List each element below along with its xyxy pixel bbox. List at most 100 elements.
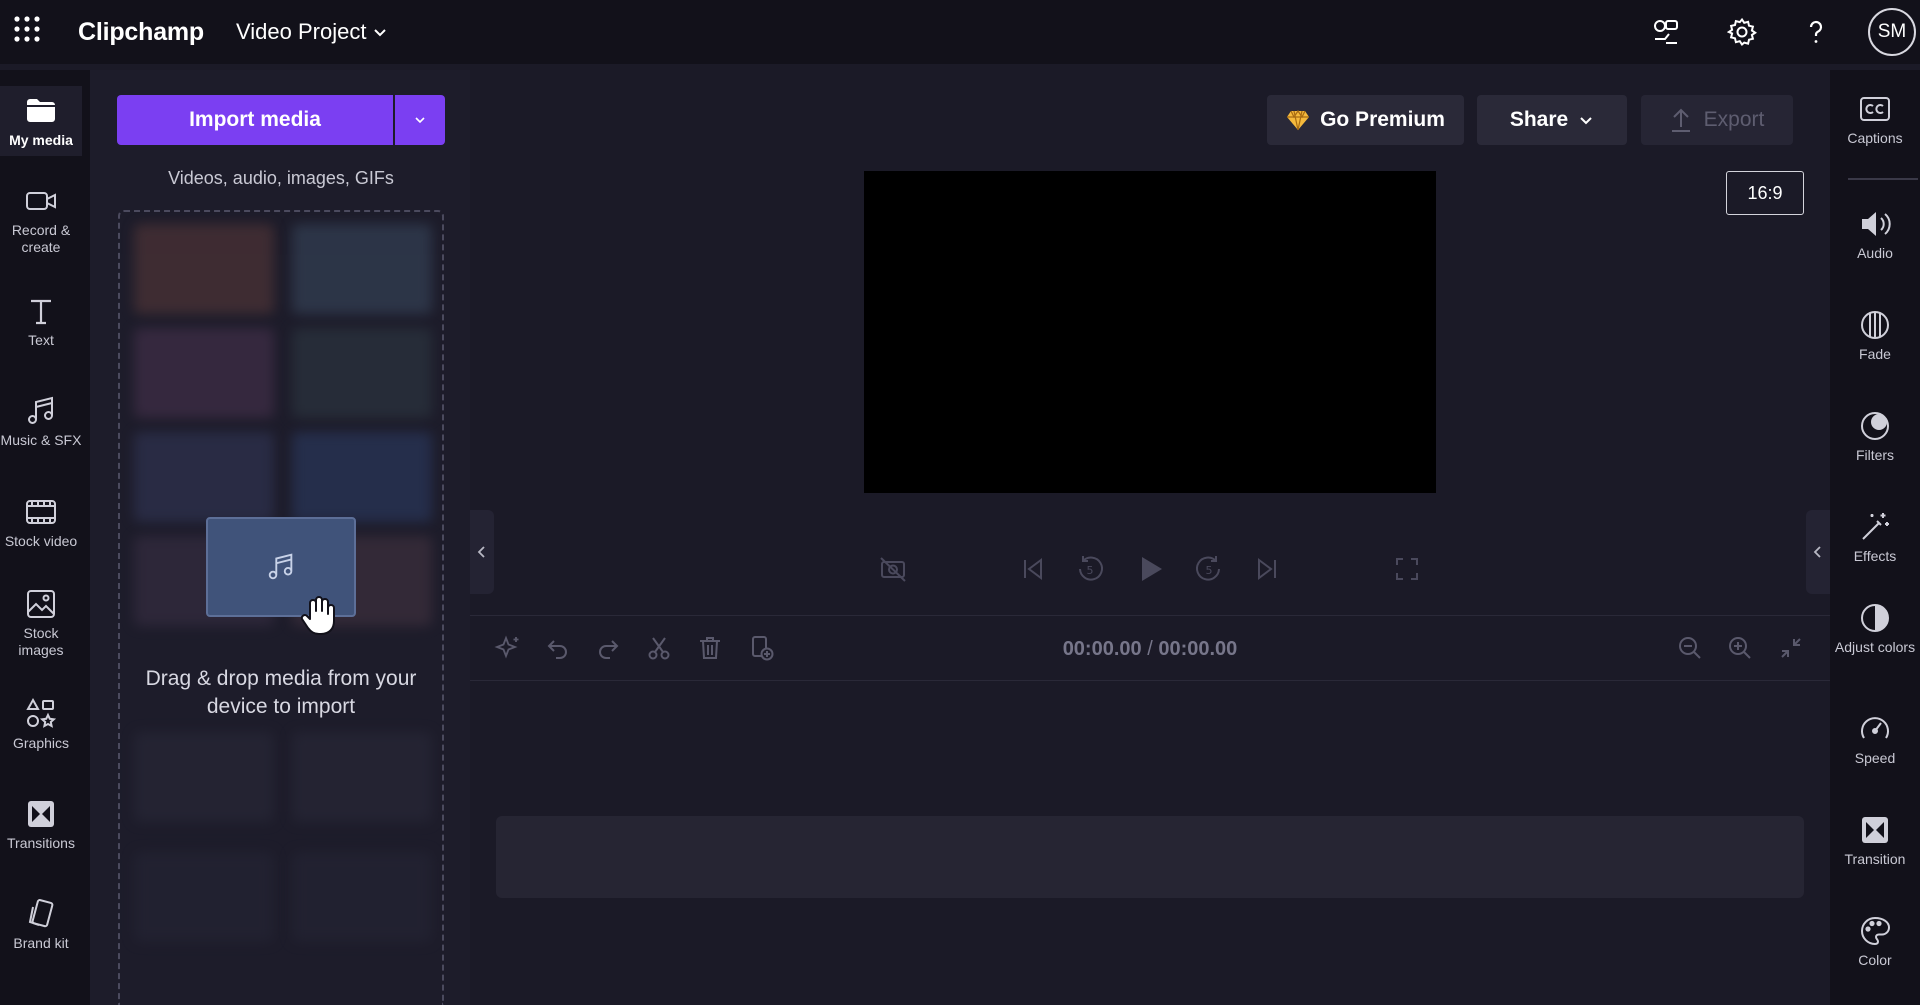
skip-to-start-icon[interactable] (1015, 551, 1051, 587)
transition-icon (1858, 813, 1892, 847)
folder-icon (24, 94, 58, 128)
nav-label: My media (9, 132, 73, 148)
import-media-button[interactable]: Import media (117, 95, 393, 145)
go-premium-button[interactable]: Go Premium (1267, 95, 1464, 145)
rail-divider (1848, 178, 1918, 180)
panel-label: Fade (1859, 346, 1891, 362)
panel-filters[interactable]: Filters (1830, 409, 1920, 464)
gear-icon[interactable] (1724, 14, 1760, 50)
nav-my-media[interactable]: My media (0, 86, 82, 156)
panel-fade[interactable]: Fade (1830, 308, 1920, 363)
rewind-5-icon[interactable]: 5 (1072, 551, 1108, 587)
aspect-ratio-button[interactable]: 16:9 (1726, 171, 1804, 215)
import-subtitle: Videos, audio, images, GIFs (168, 168, 394, 188)
avatar[interactable]: SM (1868, 8, 1916, 56)
nav-label: Stock images (18, 625, 64, 658)
help-icon[interactable] (1798, 14, 1834, 50)
project-title-dropdown[interactable]: Video Project (236, 19, 388, 45)
nav-stock-video[interactable]: Stock video (0, 495, 82, 550)
chevron-left-icon (1812, 545, 1824, 559)
add-to-timeline-icon[interactable] (745, 631, 779, 665)
video-preview-canvas[interactable] (864, 171, 1436, 493)
music-note-icon (24, 394, 58, 428)
app-logo: Clipchamp (78, 18, 204, 46)
chevron-left-icon (476, 545, 488, 559)
nav-label: Brand kit (13, 935, 69, 951)
panel-label: Color (1858, 952, 1892, 968)
timeline-track[interactable] (496, 816, 1804, 898)
total-time: 00:00.00 (1158, 638, 1238, 660)
drop-instructions: Drag & drop media from your device to im… (145, 667, 417, 718)
image-icon (24, 587, 58, 621)
nav-stock-images[interactable]: Stock images (0, 587, 82, 659)
chevron-down-icon (1578, 112, 1594, 128)
undo-icon[interactable] (541, 631, 575, 665)
speedometer-icon (1858, 712, 1892, 746)
panel-label: Speed (1854, 750, 1896, 766)
nav-label: Music & SFX (0, 432, 82, 448)
app-launcher-icon[interactable] (12, 14, 42, 44)
play-icon[interactable] (1132, 551, 1168, 587)
share-label: Share (1509, 108, 1569, 131)
zoom-in-icon[interactable] (1723, 631, 1757, 665)
fit-timeline-icon[interactable] (1774, 631, 1808, 665)
export-button[interactable]: Export (1641, 95, 1793, 145)
blurred-thumbnail (292, 432, 432, 522)
nav-label: Record & create (11, 222, 71, 255)
magic-sparkle-icon[interactable] (491, 631, 525, 665)
transition-icon (24, 797, 58, 831)
blurred-thumbnail (292, 732, 432, 822)
blurred-thumbnail (292, 224, 432, 314)
panel-captions[interactable]: Captions (1830, 92, 1920, 147)
time-separator: / (1147, 638, 1153, 660)
nav-graphics[interactable]: Graphics (0, 697, 82, 752)
fullscreen-icon[interactable] (1389, 551, 1425, 587)
nav-brand-kit[interactable]: Brand kit (0, 897, 82, 952)
nav-label: Text (28, 332, 54, 348)
export-label: Export (1703, 108, 1765, 131)
collapse-right-panel-button[interactable] (1806, 510, 1830, 594)
fade-icon (1858, 308, 1892, 342)
speaker-icon (1858, 207, 1892, 241)
skip-to-end-icon[interactable] (1249, 551, 1285, 587)
magic-wand-icon (1858, 510, 1892, 544)
share-feedback-icon[interactable] (1648, 14, 1684, 50)
import-options-dropdown[interactable] (395, 95, 445, 145)
panel-label: Captions (1847, 130, 1903, 146)
hand-cursor-icon (298, 595, 338, 637)
current-time: 00:00.00 (1062, 638, 1142, 660)
diamond-icon (1286, 109, 1310, 131)
project-title: Video Project (236, 19, 367, 44)
panel-transition[interactable]: Transition (1830, 813, 1920, 868)
collapse-left-panel-button[interactable] (470, 510, 494, 594)
shapes-icon (24, 697, 58, 731)
palette-icon (1858, 914, 1892, 948)
scissors-icon[interactable] (642, 631, 676, 665)
chevron-down-icon (372, 24, 388, 40)
svg-text:5: 5 (1087, 564, 1094, 577)
share-button[interactable]: Share (1477, 95, 1627, 145)
redo-icon[interactable] (591, 631, 625, 665)
nav-record-create[interactable]: Record & create (0, 184, 82, 256)
panel-color[interactable]: Color (1830, 914, 1920, 969)
nav-transitions[interactable]: Transitions (0, 797, 82, 852)
blurred-thumbnail (292, 852, 432, 942)
svg-text:5: 5 (1206, 564, 1213, 577)
panel-effects[interactable]: Effects (1830, 510, 1920, 565)
camera-off-icon[interactable] (875, 551, 911, 587)
panel-speed[interactable]: Speed (1830, 712, 1920, 767)
zoom-out-icon[interactable] (1673, 631, 1707, 665)
panel-audio[interactable]: Audio (1830, 207, 1920, 262)
go-premium-label: Go Premium (1320, 108, 1445, 131)
film-icon (24, 495, 58, 529)
filters-icon (1858, 409, 1892, 443)
nav-music-sfx[interactable]: Music & SFX (0, 394, 82, 449)
nav-text[interactable]: Text (0, 294, 82, 349)
blurred-thumbnail (134, 732, 274, 822)
music-note-icon (265, 551, 297, 583)
nav-label: Transitions (7, 835, 75, 851)
timeline-divider (470, 615, 1830, 616)
trash-icon[interactable] (693, 631, 727, 665)
forward-5-icon[interactable]: 5 (1191, 551, 1227, 587)
panel-adjust-colors[interactable]: Adjust colors (1830, 601, 1920, 656)
